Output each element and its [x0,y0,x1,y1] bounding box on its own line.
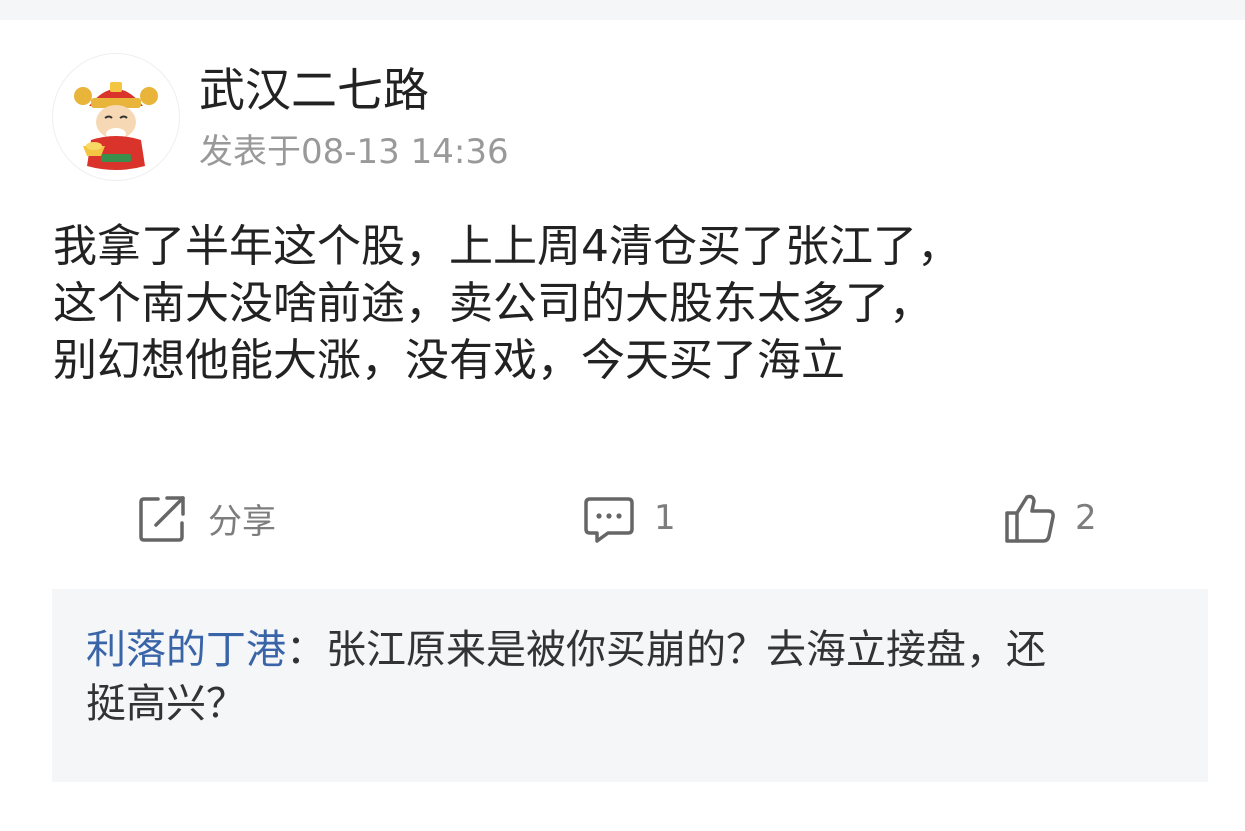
post-card: 武汉二七路 发表于08-13 14:36 我拿了半年这个股，上上周4清仓买了张江… [0,20,1245,831]
comment-author[interactable]: 利落的丁港 [86,627,286,673]
comment-icon [584,497,634,543]
content-line: 别幻想他能大涨，没有戏，今天买了海立 [53,335,845,386]
comment-button[interactable]: 1 [582,490,676,546]
share-icon [139,496,185,542]
username[interactable]: 武汉二七路 [199,60,429,120]
comment-preview[interactable]: 利落的丁港：张江原来是被你买崩的？去海立接盘，还 挺高兴？ [52,589,1208,782]
user-avatar[interactable] [52,53,180,181]
comment-separator: ： [286,627,326,673]
like-button[interactable]: 2 [1003,490,1097,546]
share-button[interactable]: 分享 [136,490,276,546]
fortune-god-avatar-icon [74,82,158,170]
top-divider-strip [0,0,1245,20]
content-line: 这个南大没啥前途，卖公司的大股东太多了， [53,278,933,329]
like-count: 2 [1075,498,1097,538]
comment-count: 1 [654,498,676,538]
thumbs-up-icon [1005,494,1055,543]
share-label: 分享 [208,501,276,542]
comment-text: 利落的丁港：张江原来是被你买崩的？去海立接盘，还 挺高兴？ [86,623,1174,731]
comment-body-line2: 挺高兴？ [86,681,246,727]
comment-body-line1: 张江原来是被你买崩的？去海立接盘，还 [326,627,1046,673]
post-timestamp: 发表于08-13 14:36 [199,132,509,172]
content-line: 我拿了半年这个股，上上周4清仓买了张江了， [53,221,961,272]
post-content: 我拿了半年这个股，上上周4清仓买了张江了， 这个南大没啥前途，卖公司的大股东太多… [53,218,1213,389]
